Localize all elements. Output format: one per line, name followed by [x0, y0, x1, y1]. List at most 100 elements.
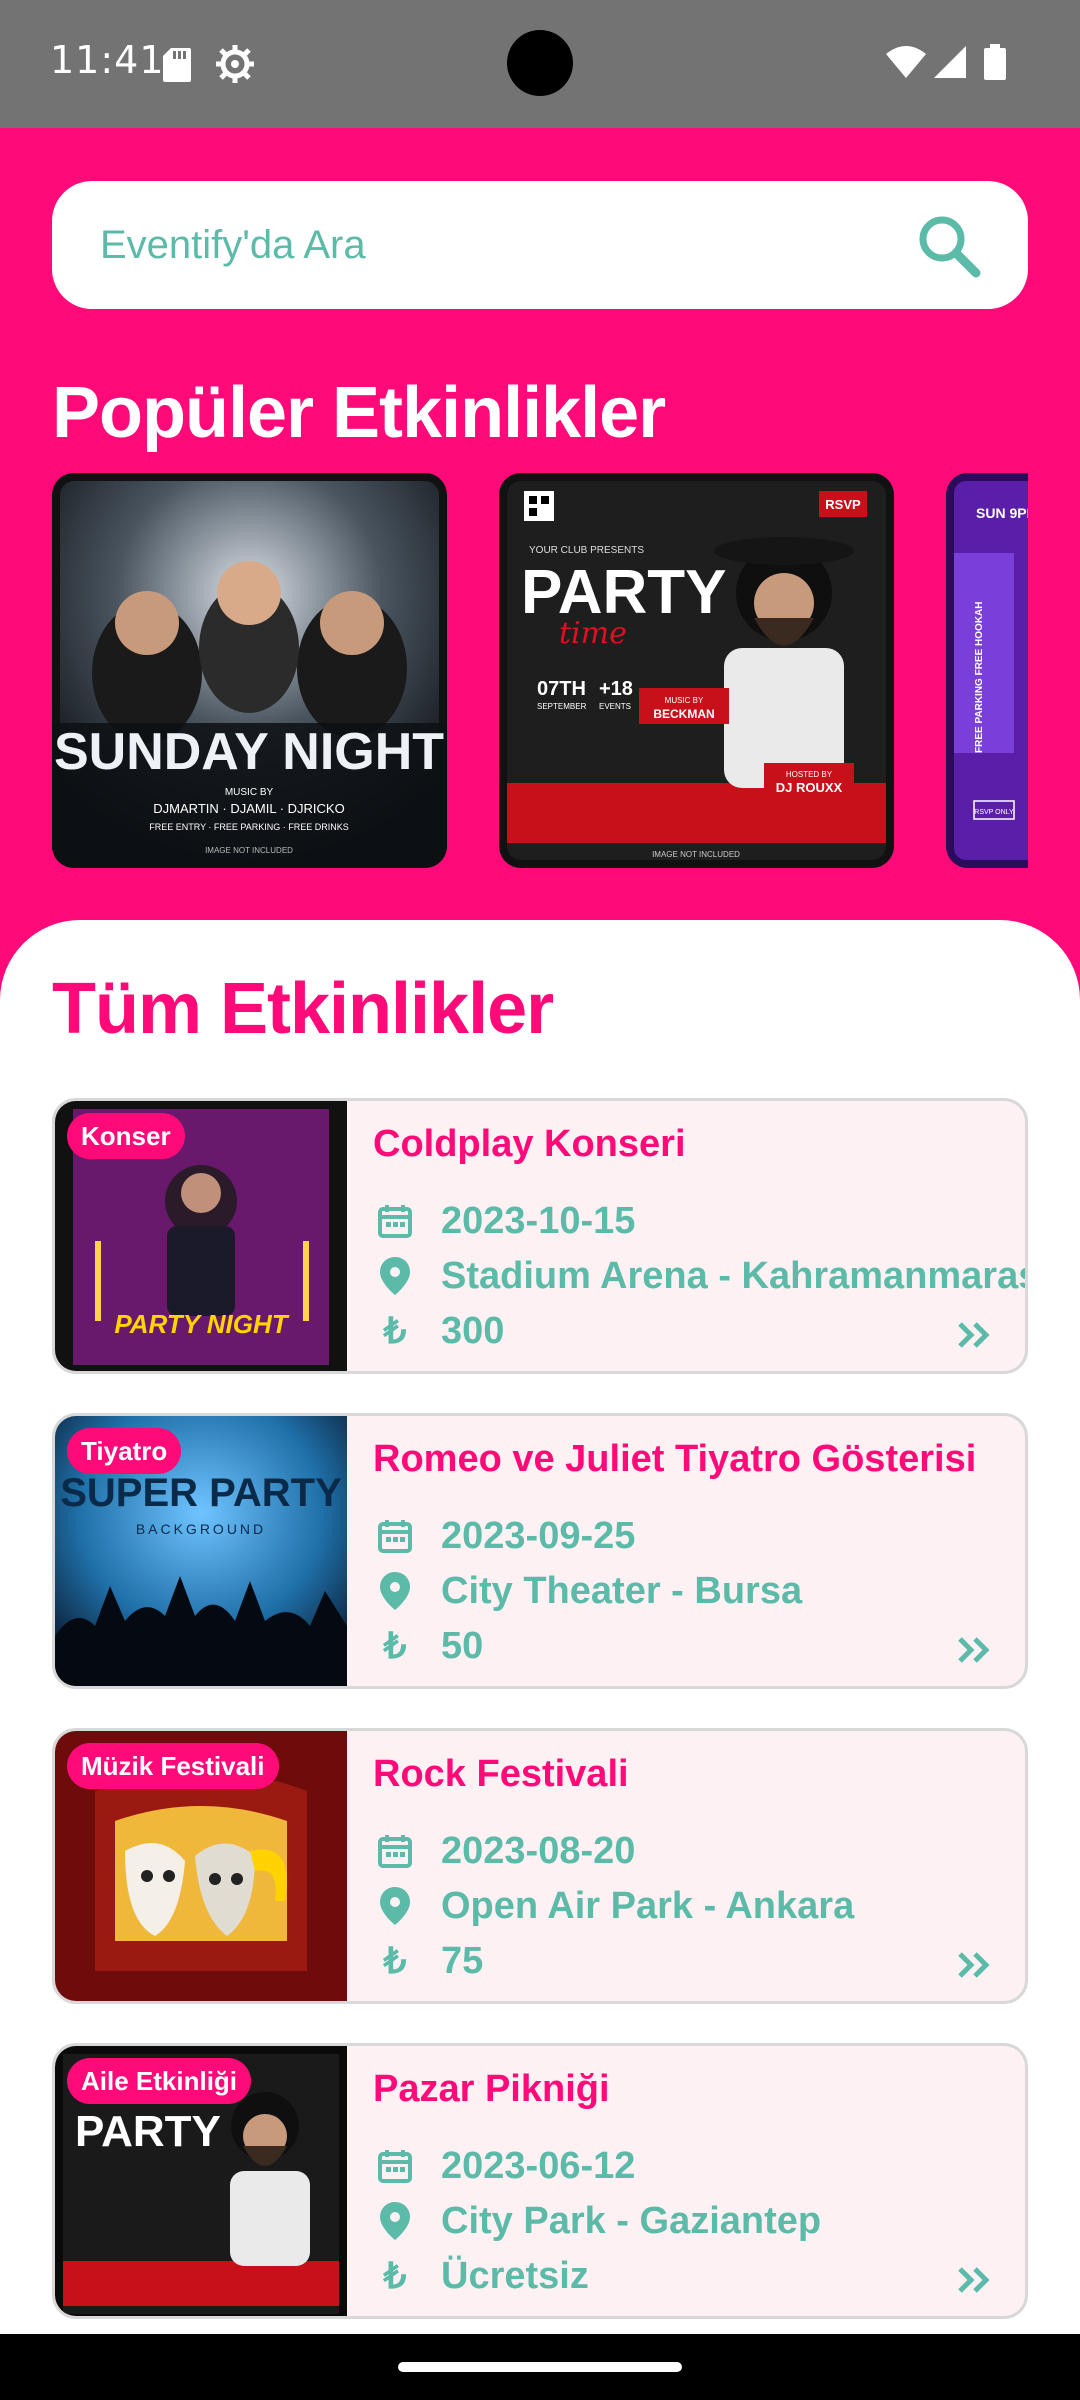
event-date: 2023-09-25 [441, 1514, 636, 1557]
poster-rsvp: RSVP ONLY [974, 809, 1014, 816]
event-date-row: 2023-08-20 [375, 1826, 635, 1876]
lira-icon: ₺ [383, 1940, 407, 1981]
popular-event-card[interactable]: SUN 9PM FREE PARKING FREE HOOKAH RSVP ON… [946, 473, 1028, 868]
all-events-title: Tüm Etkinlikler [52, 969, 554, 1049]
search-bar[interactable] [52, 181, 1028, 309]
event-date-row: 2023-06-12 [375, 2141, 635, 2191]
event-title: Coldplay Konseri [373, 1123, 686, 1165]
event-price-row: ₺ 300 [375, 1306, 505, 1356]
event-location-row: City Park - Gaziantep [375, 2196, 821, 2246]
event-poster-image: RSVP YOUR CLUB PRESENTS PARTY time 07TH … [507, 481, 886, 860]
event-date: 2023-06-12 [441, 2144, 636, 2187]
poster-age: +18 [599, 678, 633, 700]
event-location-row: City Theater - Bursa [375, 1566, 802, 1616]
category-chip: Aile Etkinliği [67, 2058, 252, 2104]
poster-djs: DJMARTIN · DJAMIL · DJRICKO [153, 801, 344, 816]
lira-icon: ₺ [383, 2255, 407, 2296]
location-pin-icon [375, 1256, 415, 1296]
event-price-row: ₺ Ücretsiz [375, 2251, 589, 2301]
event-location-row: Open Air Park - Ankara [375, 1881, 854, 1931]
event-price-row: ₺ 75 [375, 1936, 484, 1986]
location-pin-icon [375, 2201, 415, 2241]
event-card[interactable]: PARTY Aile Etkinliği Pazar Pikniği 2023-… [52, 2043, 1028, 2319]
event-date-row: 2023-10-15 [375, 1196, 635, 1246]
category-chip: Müzik Festivali [67, 1743, 279, 1789]
signal-icon [934, 46, 966, 78]
double-chevron-right-icon[interactable] [957, 1951, 991, 1979]
poster-title-script: time [559, 616, 627, 651]
category-chip: Tiyatro [67, 1428, 182, 1474]
camera-cutout [507, 30, 573, 96]
double-chevron-right-icon[interactable] [957, 1321, 991, 1349]
header-area: Popüler Etkinlikler SUNDAY NIGHT MUSIC B… [0, 128, 1080, 928]
poster-date: 07TH [537, 678, 586, 700]
home-indicator[interactable] [398, 2362, 682, 2372]
poster-artist: BECKMAN [653, 707, 714, 721]
calendar-icon [375, 2146, 415, 2186]
popular-event-card[interactable]: RSVP YOUR CLUB PRESENTS PARTY time 07TH … [499, 473, 894, 868]
event-price: Ücretsiz [441, 2254, 589, 2297]
event-poster-image: SUNDAY NIGHT MUSIC BY DJMARTIN · DJAMIL … [52, 481, 447, 868]
status-bar: 11:41 [0, 0, 1080, 128]
event-date: 2023-10-15 [441, 1199, 636, 1242]
poster-music-by: MUSIC BY [665, 696, 704, 705]
search-icon[interactable] [912, 209, 984, 281]
event-date: 2023-08-20 [441, 1829, 636, 1872]
double-chevron-right-icon[interactable] [957, 1636, 991, 1664]
system-navigation-bar [0, 2334, 1080, 2400]
poster-side-text: FREE PARKING FREE HOOKAH [974, 602, 985, 754]
calendar-icon [375, 1516, 415, 1556]
battery-icon [984, 44, 1006, 80]
double-chevron-right-icon[interactable] [957, 2266, 991, 2294]
sd-card-icon [163, 48, 191, 82]
event-card[interactable]: PARTY NIGHT Konser Coldplay Konseri 2023… [52, 1098, 1028, 1374]
poster-time: SUN 9PM [976, 505, 1028, 521]
event-price: 75 [441, 1939, 484, 1982]
poster-presents: YOUR CLUB PRESENTS [529, 545, 644, 556]
popular-events-carousel[interactable]: SUNDAY NIGHT MUSIC BY DJMARTIN · DJAMIL … [52, 473, 1028, 868]
poster-events: EVENTS [599, 702, 631, 711]
category-chip: Konser [67, 1113, 185, 1159]
event-price: 300 [441, 1309, 505, 1352]
poster-subtitle: MUSIC BY [225, 787, 274, 798]
wifi-icon [886, 46, 926, 78]
poster-title: PARTY NIGHT [114, 1309, 289, 1339]
poster-note: IMAGE NOT INCLUDED [205, 846, 293, 855]
location-pin-icon [375, 1886, 415, 1926]
event-poster-image: SUN 9PM FREE PARKING FREE HOOKAH RSVP ON… [946, 473, 1028, 868]
lira-icon: ₺ [383, 1625, 407, 1666]
event-title: Pazar Pikniği [373, 2068, 610, 2110]
event-thumbnail: SUPER PARTY BACKGROUND Tiyatro [55, 1416, 347, 1686]
poster-footer: FREE ENTRY · FREE PARKING · FREE DRINKS [149, 822, 349, 832]
poster-title: SUNDAY NIGHT [54, 723, 444, 781]
poster-note: IMAGE NOT INCLUDED [652, 850, 740, 859]
event-card[interactable]: SUPER PARTY BACKGROUND Tiyatro Romeo ve … [52, 1413, 1028, 1689]
poster-month: SEPTEMBER [537, 702, 587, 711]
poster-dj: DJ ROUXX [776, 780, 843, 795]
poster-title: SUPER PARTY [60, 1471, 342, 1515]
status-time: 11:41 [50, 38, 165, 82]
event-title: Rock Festivali [373, 1753, 629, 1795]
event-date-row: 2023-09-25 [375, 1511, 635, 1561]
poster-title: PARTY [75, 2107, 221, 2156]
popular-events-title: Popüler Etkinlikler [52, 373, 666, 453]
event-thumbnail: PARTY NIGHT Konser [55, 1101, 347, 1371]
popular-event-card[interactable]: SUNDAY NIGHT MUSIC BY DJMARTIN · DJAMIL … [52, 473, 447, 868]
event-location: Open Air Park - Ankara [441, 1884, 855, 1927]
search-input[interactable] [100, 181, 900, 309]
poster-hosted: HOSTED BY [786, 770, 833, 779]
event-card[interactable]: Müzik Festivali Rock Festivali 2023-08-2… [52, 1728, 1028, 2004]
event-price-row: ₺ 50 [375, 1621, 484, 1671]
event-title: Romeo ve Juliet Tiyatro Gösterisi [373, 1438, 977, 1480]
event-location: City Theater - Bursa [441, 1569, 803, 1612]
event-price: 50 [441, 1624, 484, 1667]
event-thumbnail: Müzik Festivali [55, 1731, 347, 2001]
calendar-icon [375, 1201, 415, 1241]
poster-subtitle: BACKGROUND [136, 1521, 266, 1537]
lira-icon: ₺ [383, 1310, 407, 1351]
event-location-row: Stadium Arena - Kahramanmaraş [375, 1251, 1028, 1301]
all-events-sheet: Tüm Etkinlikler PARTY NIGHT Konser Coldp… [0, 920, 1080, 2400]
poster-rsvp: RSVP [825, 497, 861, 512]
event-location: Stadium Arena - Kahramanmaraş [441, 1254, 1028, 1297]
event-location: City Park - Gaziantep [441, 2199, 822, 2242]
